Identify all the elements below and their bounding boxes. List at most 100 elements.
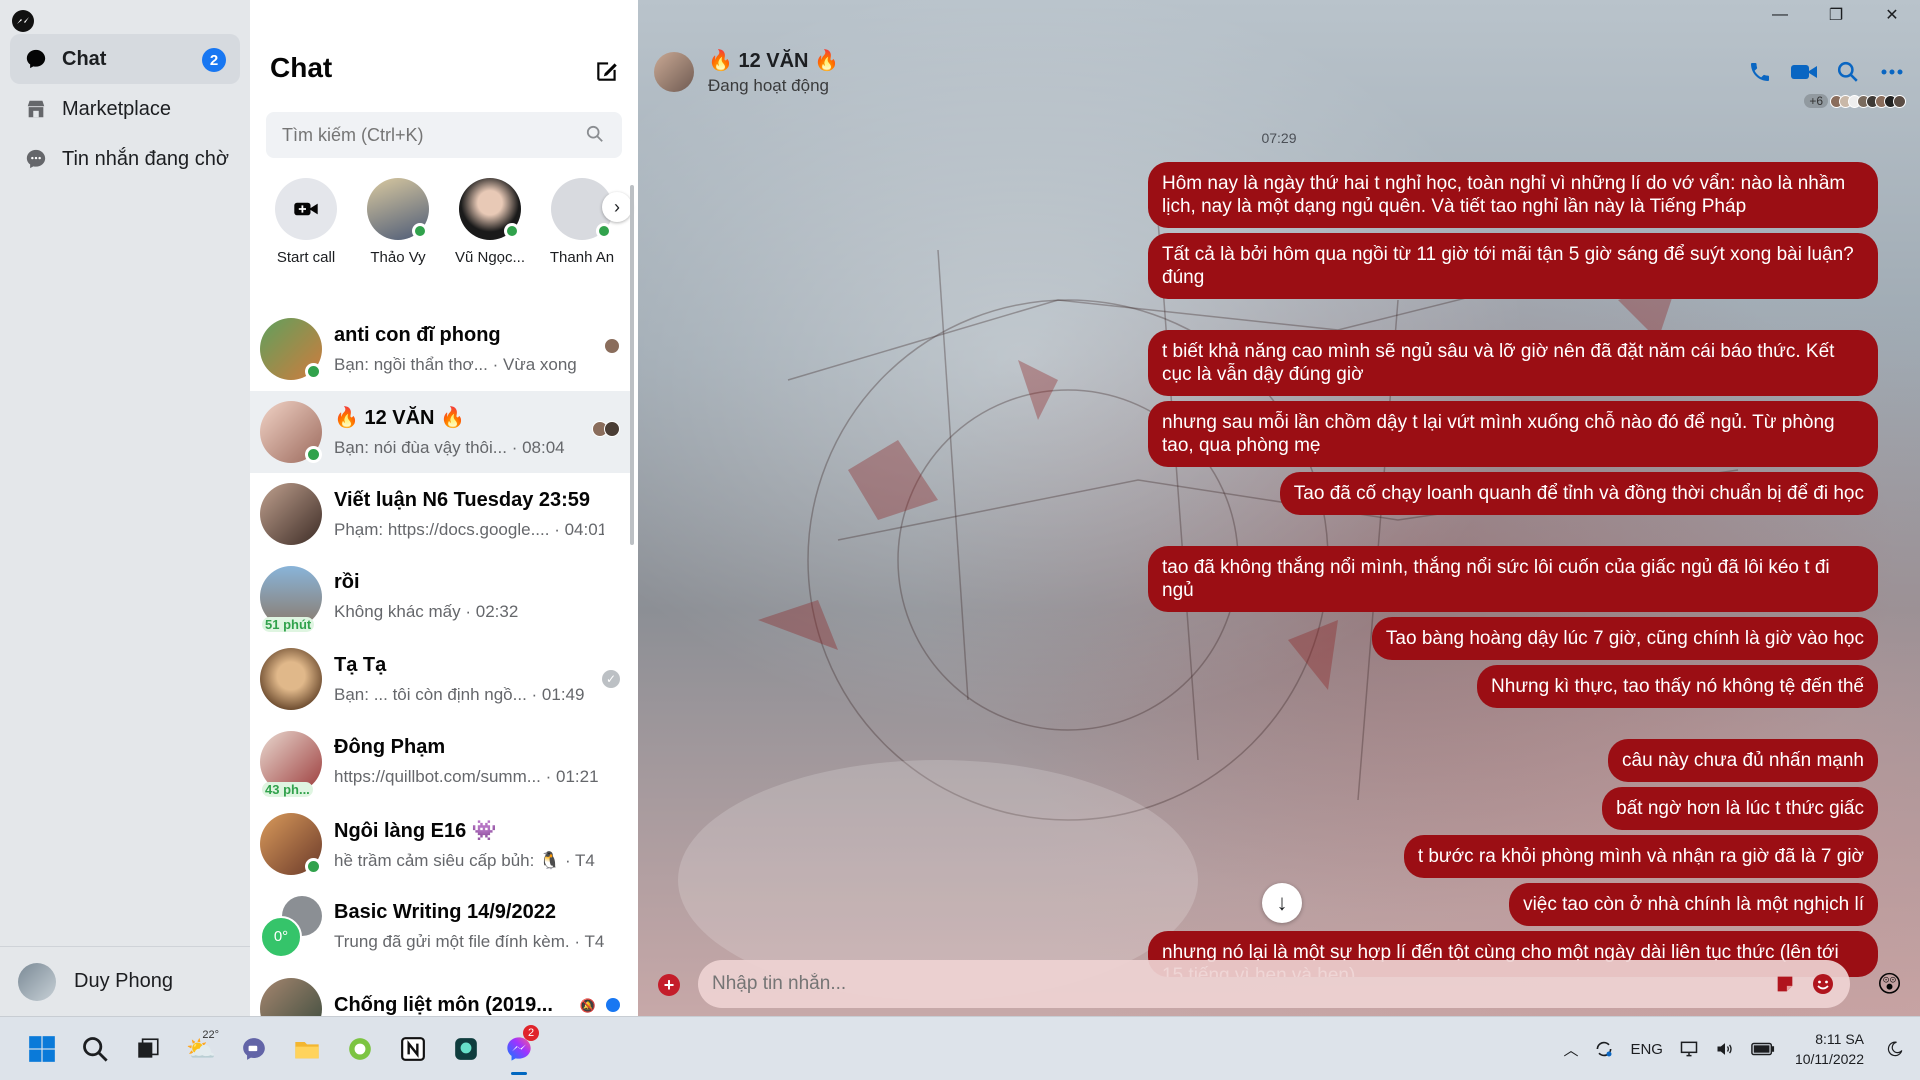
window-controls: — ❐ ✕ [1752, 0, 1920, 30]
conversation-time: · T4 [574, 932, 604, 952]
more-options-icon[interactable] [1878, 58, 1906, 86]
clock-time: 8:11 SA [1815, 1031, 1864, 1047]
phone-icon[interactable] [1746, 58, 1774, 86]
task-view-icon[interactable] [128, 1029, 168, 1069]
message-bubble[interactable]: Nhưng kì thực, tao thấy nó không tệ đến … [1477, 665, 1878, 708]
message-input[interactable] [712, 973, 1760, 995]
composer-field[interactable] [698, 960, 1850, 1008]
sync-icon[interactable] [1594, 1039, 1614, 1059]
message-bubble[interactable]: Tao bàng hoàng dậy lúc 7 giờ, cũng chính… [1371, 617, 1878, 660]
active-contact[interactable]: Thảo Vy [352, 178, 444, 298]
notion-icon[interactable] [393, 1029, 433, 1069]
conversation-item-active[interactable]: 🔥 12 VĂN 🔥 Bạn: nói đùa vậy thôi... · 08… [250, 390, 630, 473]
seen-by-row: +6 [1804, 94, 1906, 108]
conversation-item[interactable]: anti con đĩ phong Bạn: ngồi thẩn thơ... … [250, 308, 630, 391]
teams-chat-icon[interactable] [234, 1029, 274, 1069]
search-box[interactable] [266, 112, 622, 158]
active-contact[interactable]: Thanh An › [536, 178, 632, 298]
nav-item-message-requests[interactable]: Tin nhắn đang chờ [10, 134, 240, 184]
sticker-icon[interactable] [1772, 971, 1798, 997]
conversation-item[interactable]: 0° Basic Writing 14/9/2022 Trung đã gửi … [250, 886, 630, 969]
message-bubble[interactable]: bất ngờ hơn là lúc t thức giấc [1602, 787, 1878, 830]
conversation-item[interactable]: Tạ Tạ Bạn: ... tôi còn định ngồ... · 01:… [250, 638, 630, 721]
conversation-item[interactable]: Ngôi làng E16 👾 hề trầm cảm siêu cấp bủh… [250, 803, 630, 886]
plus-icon[interactable]: + [658, 974, 680, 996]
arrow-down-icon: ↓ [1276, 890, 1288, 915]
notifications-icon[interactable] [1886, 1040, 1904, 1058]
avatar [260, 648, 322, 711]
conversation-snippet: Phạm: https://docs.google.... [334, 519, 550, 539]
chevron-right-icon[interactable]: › [602, 192, 632, 222]
maximize-button[interactable]: ❐ [1808, 0, 1864, 30]
unread-count-badge: 2 [202, 48, 226, 72]
conversation-time: · 08:04 [511, 438, 565, 458]
search-input[interactable] [282, 124, 586, 146]
clock-date: 10/11/2022 [1794, 1051, 1864, 1067]
minimize-button[interactable]: — [1752, 0, 1808, 30]
message-bubble[interactable]: Tao đã cố chạy loanh quanh để tỉnh và đồ… [1279, 472, 1878, 515]
conversation-panel: — ❐ ✕ 🔥 12 VĂN 🔥 Đang hoạt động +6 07:29… [638, 0, 1920, 1016]
clock[interactable]: 8:11 SA 10/11/2022 [1795, 1029, 1864, 1069]
video-camera-icon[interactable] [1790, 58, 1818, 86]
message-bubble[interactable]: t biết khả năng cao mình sẽ ngủ sâu và l… [1148, 330, 1878, 396]
story-label: Vũ Ngọc... [454, 249, 526, 266]
weather-temperature: 22° [202, 1029, 219, 1041]
search-icon[interactable] [1834, 58, 1862, 86]
weather-icon[interactable]: ⛅ 22° [181, 1029, 221, 1069]
language-indicator[interactable]: ENG [1630, 1041, 1663, 1058]
conversation-item[interactable]: Chống liệt môn (2019... 🔕 [250, 968, 630, 1016]
quick-reaction-icon[interactable]: 😲 [1877, 970, 1902, 999]
message-bubble[interactable]: t bước ra khỏi phòng mình và nhận ra giờ… [1403, 835, 1878, 878]
messenger-logo-icon [12, 10, 34, 32]
message-composer: + 😲 [638, 956, 1920, 1012]
avatar [367, 178, 429, 240]
avatar[interactable] [654, 52, 694, 92]
conversation-title[interactable]: 🔥 12 VĂN 🔥 [708, 48, 839, 73]
message-bubble[interactable]: Hôm nay là ngày thứ hai t nghỉ học, toàn… [1148, 162, 1878, 228]
store-icon [24, 97, 48, 121]
online-indicator [504, 223, 520, 239]
battery-icon[interactable] [1751, 1042, 1775, 1056]
app-icon-green[interactable] [340, 1029, 380, 1069]
seen-more-count: +6 [1804, 94, 1828, 108]
online-indicator [305, 858, 322, 876]
windows-start-icon[interactable] [22, 1029, 62, 1069]
active-contact[interactable]: Vũ Ngọc... [444, 178, 536, 298]
conversation-time: · 01:21 [545, 767, 599, 787]
message-request-icon [24, 147, 48, 171]
network-icon[interactable] [1679, 1039, 1699, 1059]
conversation-name: rồi [334, 571, 360, 594]
scroll-to-bottom-button[interactable]: ↓ [1262, 883, 1302, 923]
volume-icon[interactable] [1715, 1039, 1735, 1059]
active-contacts-row: Start call Thảo Vy Vũ Ngọc... Thanh An › [260, 178, 632, 298]
conversation-header: 🔥 12 VĂN 🔥 Đang hoạt động [638, 40, 1920, 104]
avatar [260, 483, 322, 546]
message-bubble[interactable]: việc tao còn ở nhà chính là một nghịch l… [1509, 883, 1878, 926]
chevron-up-icon[interactable]: ︿ [1563, 1039, 1578, 1060]
current-user[interactable]: Duy Phong [0, 946, 250, 1016]
conversation-item[interactable]: Viết luận N6 Tuesday 23:59 Phạm: https:/… [250, 473, 630, 556]
nav-item-marketplace[interactable]: Marketplace [10, 84, 240, 134]
seen-avatars [604, 338, 620, 354]
emoji-icon[interactable] [1810, 971, 1836, 997]
conversation-name: Tạ Tạ [334, 653, 387, 676]
nav-item-chat[interactable]: Chat 2 [10, 34, 240, 84]
app-icon-teal[interactable] [446, 1029, 486, 1069]
conversation-item[interactable]: 43 ph... Đông Phạm https://quillbot.com/… [250, 721, 630, 804]
message-bubble[interactable]: câu này chưa đủ nhấn mạnh [1608, 739, 1878, 782]
search-icon[interactable] [75, 1029, 115, 1069]
conversation-snippet: https://quillbot.com/summ... [334, 767, 541, 787]
presence-status: Đang hoạt động [708, 76, 829, 95]
new-message-icon[interactable] [594, 58, 620, 84]
message-bubble[interactable]: Tất cả là bởi hôm qua ngồi từ 11 giờ tới… [1148, 233, 1878, 299]
file-explorer-icon[interactable] [287, 1029, 327, 1069]
start-call-button[interactable]: Start call [260, 178, 352, 298]
message-bubble[interactable]: nhưng sau mỗi lần chồm dậy t lại vứt mìn… [1148, 401, 1878, 467]
conversation-item[interactable]: 51 phút rồi Không khác mấy · 02:32 [250, 556, 630, 639]
message-bubble[interactable]: tao đã không thắng nổi mình, thắng nổi s… [1148, 546, 1878, 612]
scrollbar[interactable] [630, 185, 634, 545]
conversation-time: · 01:49 [531, 684, 585, 704]
avatar [260, 813, 322, 876]
close-button[interactable]: ✕ [1864, 0, 1920, 30]
messenger-taskbar-icon[interactable]: 2 [499, 1025, 539, 1075]
